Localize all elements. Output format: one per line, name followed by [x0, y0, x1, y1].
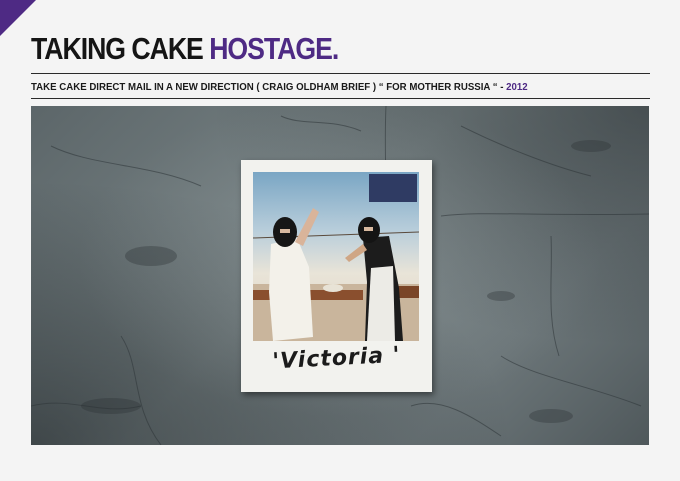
- wall-poster: [369, 174, 417, 202]
- subtitle-year: 2012: [506, 81, 528, 93]
- polaroid-snapshot: [253, 172, 419, 341]
- right-figure-apron: [367, 266, 395, 341]
- polaroid-caption: 'Victoria ': [271, 342, 402, 375]
- left-figure-body: [269, 238, 313, 341]
- bottom-rule: [31, 98, 650, 99]
- polaroid-print: 'Victoria ': [241, 160, 432, 392]
- subtitle: TAKE CAKE DIRECT MAIL IN A NEW DIRECTION…: [31, 81, 528, 94]
- subtitle-text: TAKE CAKE DIRECT MAIL IN A NEW DIRECTION…: [31, 81, 504, 93]
- hero-photo: 'Victoria ': [31, 106, 649, 445]
- page-title: TAKING CAKE HOSTAGE.: [31, 31, 339, 67]
- right-figure-arm: [345, 244, 367, 262]
- snapshot-scene: [253, 174, 419, 341]
- title-accent: HOSTAGE.: [209, 31, 339, 66]
- top-rule: [31, 73, 650, 74]
- title-main: TAKING CAKE: [31, 31, 204, 66]
- left-figure-arm: [295, 208, 319, 246]
